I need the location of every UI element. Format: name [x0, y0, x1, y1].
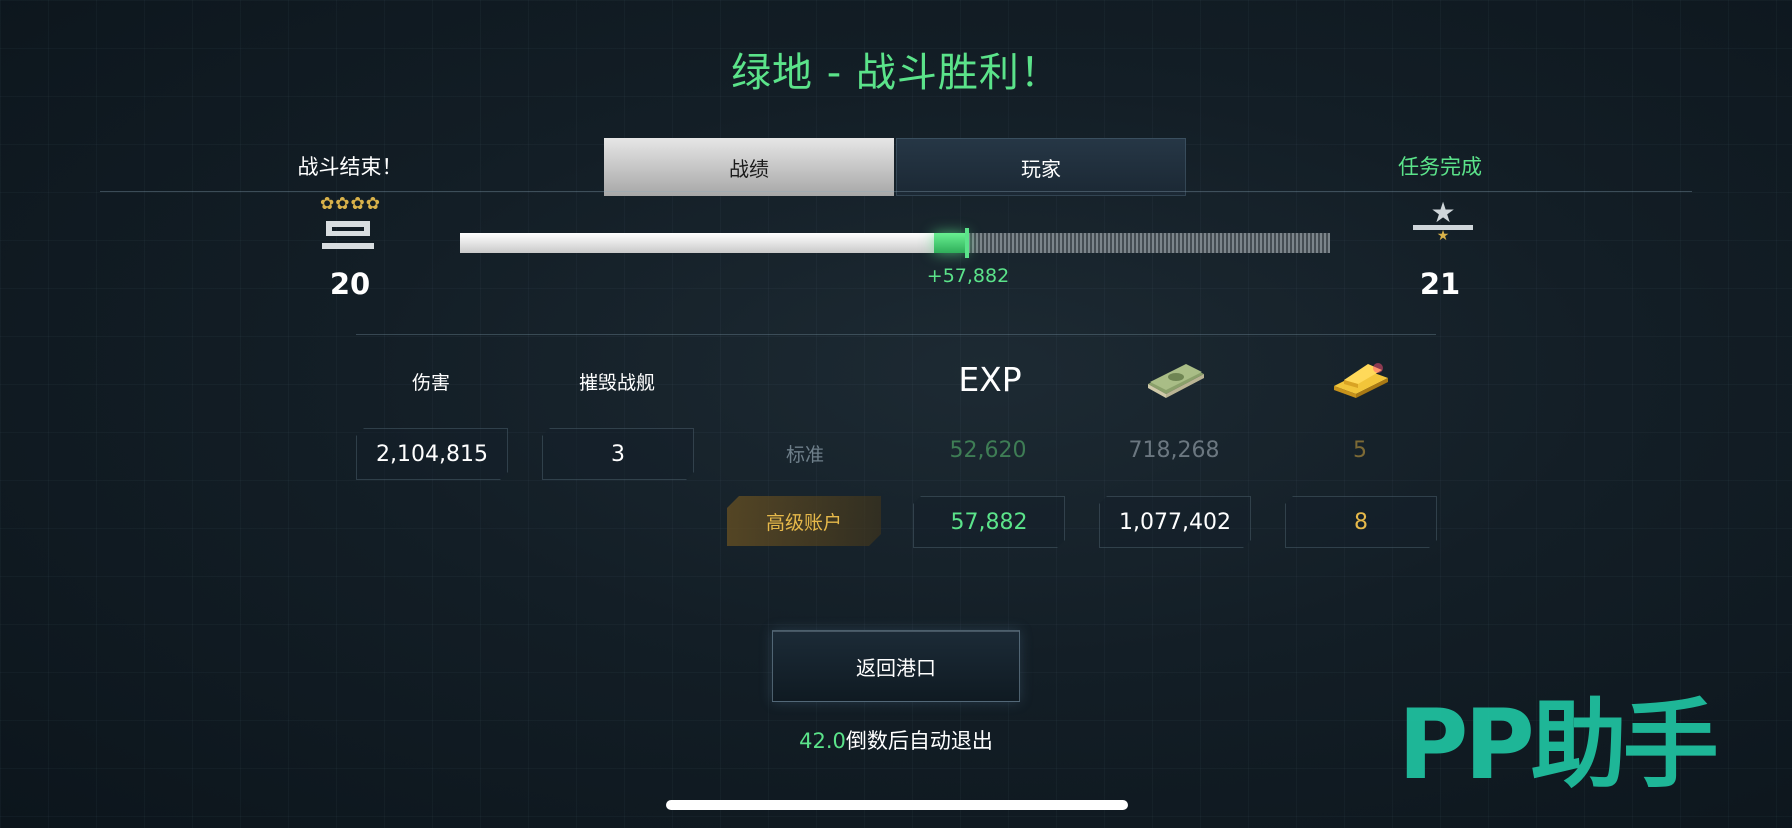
kills-value: 3	[542, 428, 694, 480]
premium-money: 1,077,402	[1099, 496, 1251, 548]
battle-result-title: 绿地 - 战斗胜利！	[731, 50, 1061, 96]
section-divider	[356, 334, 1436, 335]
damage-value: 2,104,815	[356, 428, 508, 480]
current-level: 20	[329, 267, 371, 301]
countdown-seconds: 42.0	[799, 729, 846, 753]
rank-insignia-icon	[322, 219, 374, 253]
standard-exp: 52,620	[949, 438, 1027, 463]
damage-label: 伤害	[411, 372, 450, 394]
battle-over-label: 战斗结束！	[297, 155, 403, 179]
header-divider	[100, 191, 1692, 192]
home-indicator[interactable]	[666, 800, 1128, 810]
premium-account-label[interactable]: 高级账户	[727, 496, 881, 546]
pp-assistant-watermark: PP助手	[1398, 689, 1719, 801]
xp-progress-base	[460, 233, 935, 253]
next-rank-insignia-icon: ★ ★	[1410, 196, 1476, 248]
tab-stats[interactable]: 战绩	[604, 138, 894, 196]
premium-gold: 8	[1285, 496, 1437, 548]
xp-gain-label: +57,882	[926, 265, 1010, 287]
countdown-text: 倒数后自动退出	[845, 729, 993, 753]
rank-star-icon: ✿	[335, 194, 350, 214]
rank-star-icon: ✿	[350, 194, 365, 214]
standard-gold: 5	[1353, 438, 1367, 463]
xp-progress-marker	[965, 228, 970, 258]
premium-exp: 57,882	[913, 496, 1065, 548]
tab-players[interactable]: 玩家	[896, 138, 1186, 196]
next-level: 21	[1419, 267, 1461, 301]
rank-star-icon: ✿	[365, 194, 380, 214]
gold-bar-icon	[1334, 363, 1388, 398]
exp-header: EXP	[958, 360, 1022, 399]
standard-money: 718,268	[1128, 438, 1220, 463]
cash-stack-icon	[1148, 364, 1204, 398]
return-to-port-button[interactable]: 返回港口	[772, 630, 1020, 702]
standard-label: 标准	[785, 444, 824, 466]
rank-stars: ✿ ✿ ✿ ✿	[310, 194, 390, 214]
mission-complete-link[interactable]: 任务完成	[1340, 151, 1540, 181]
xp-progress-gain	[934, 233, 968, 253]
kills-label: 摧毁战舰	[578, 372, 655, 394]
rank-star-icon: ✿	[320, 194, 335, 214]
